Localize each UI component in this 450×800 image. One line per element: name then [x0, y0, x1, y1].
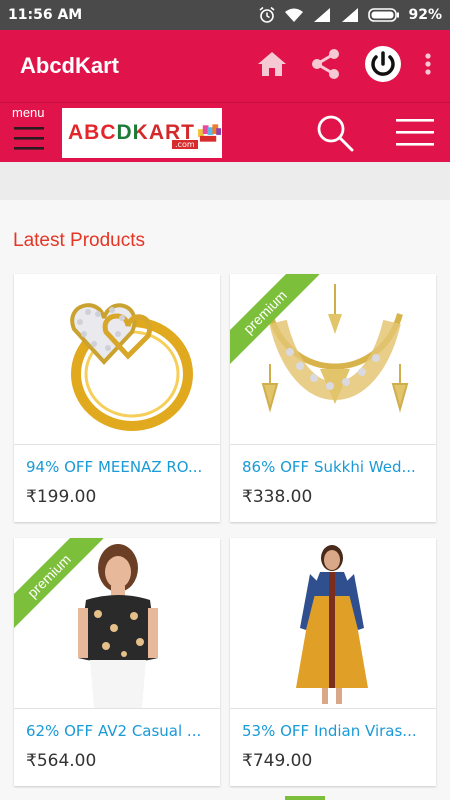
product-name[interactable]: 53% OFF Indian Viras... [242, 722, 426, 740]
list-icon[interactable] [396, 117, 436, 153]
card-divider [14, 708, 220, 709]
app-bar: AbcdKart [0, 30, 450, 102]
status-time: 11:56 AM [8, 7, 83, 23]
overflow-icon[interactable] [424, 52, 432, 80]
product-price: ₹564.00 [26, 751, 97, 771]
home-icon[interactable] [256, 49, 288, 83]
ring-image [70, 303, 193, 431]
product-section: Latest Products 94% OFF MEENAZ RO... ₹19… [0, 200, 450, 800]
card-divider [14, 444, 220, 445]
premium-ribbon: premium [230, 274, 330, 374]
kurta-image [296, 545, 368, 704]
premium-badge: premium [14, 538, 104, 631]
status-bar: 11:56 AM 92% [0, 0, 450, 30]
product-card[interactable]: premium 86% OFF Sukkhi Wed... ₹338.00 [230, 274, 436, 522]
app-actions [256, 45, 432, 87]
product-price: ₹338.00 [242, 487, 313, 507]
product-card[interactable]: 94% OFF MEENAZ RO... ₹199.00 [14, 274, 220, 522]
premium-badge: premium [230, 274, 320, 367]
menu-label: menu [12, 105, 45, 120]
signal-icon [312, 7, 332, 23]
product-name[interactable]: 94% OFF MEENAZ RO... [26, 458, 210, 476]
product-card[interactable]: 53% OFF Indian Viras... ₹749.00 [230, 538, 436, 786]
search-icon[interactable] [315, 113, 355, 157]
power-icon[interactable] [364, 45, 402, 87]
product-price: ₹749.00 [242, 751, 313, 771]
banner-area [0, 162, 450, 201]
product-image[interactable] [230, 538, 436, 708]
card-divider [230, 708, 436, 709]
battery-percent: 92% [408, 7, 442, 23]
card-divider [230, 444, 436, 445]
next-card-ribbon-peek [285, 796, 325, 800]
signal-icon [340, 7, 360, 23]
product-name[interactable]: 86% OFF Sukkhi Wed... [242, 458, 426, 476]
app-title: AbcdKart [20, 53, 120, 78]
wifi-icon [284, 7, 304, 23]
product-name[interactable]: 62% OFF AV2 Casual ... [26, 722, 210, 740]
product-price: ₹199.00 [26, 487, 97, 507]
product-card[interactable]: premium 62% OFF AV2 Casual ... ₹564.00 [14, 538, 220, 786]
section-title: Latest Products [13, 230, 146, 251]
menu-icon[interactable] [14, 123, 46, 153]
logo-sub: .com [172, 140, 198, 149]
battery-icon [368, 8, 400, 22]
nav-bar: menu ABCDKART .com [0, 102, 450, 162]
brand-logo[interactable]: ABCDKART .com [62, 108, 222, 158]
alarm-icon [258, 6, 276, 24]
premium-ribbon: premium [14, 538, 114, 638]
product-image[interactable] [14, 274, 220, 444]
shopping-bags-logo-art [197, 124, 222, 142]
status-icons: 92% [258, 6, 442, 24]
share-icon[interactable] [310, 48, 342, 84]
